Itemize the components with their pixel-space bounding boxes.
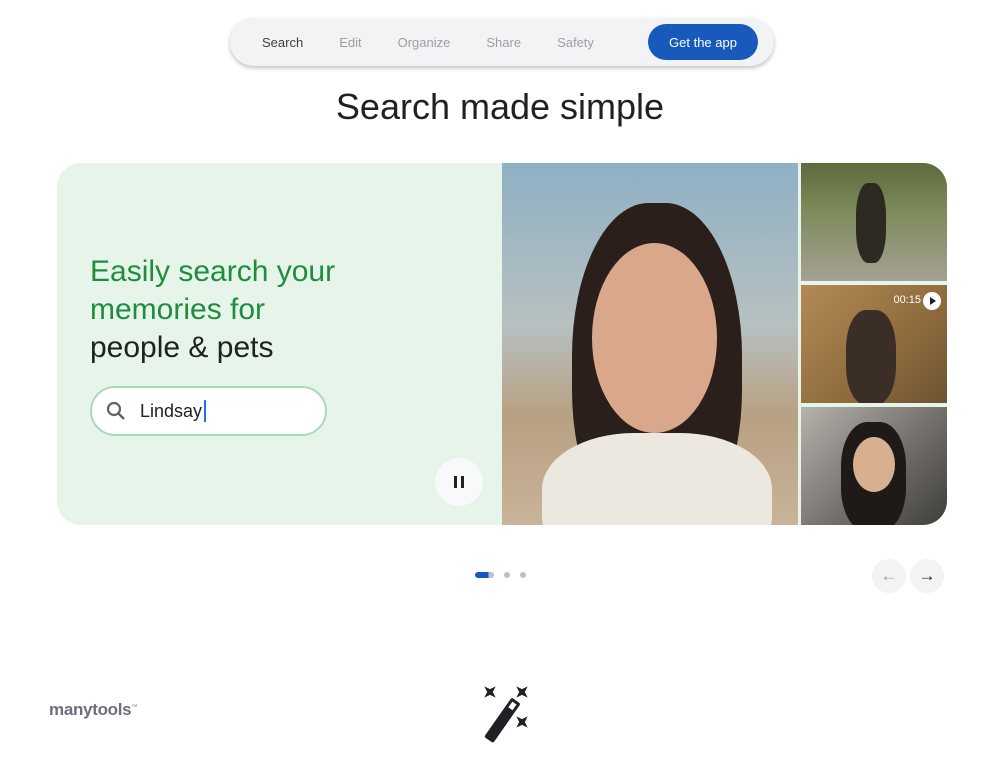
search-input[interactable]: Lindsay bbox=[90, 386, 327, 436]
tab-edit[interactable]: Edit bbox=[321, 35, 379, 50]
search-icon bbox=[106, 401, 125, 420]
video-duration: 00:15 bbox=[893, 294, 921, 306]
headline-line-3: people & pets bbox=[90, 331, 274, 364]
feature-card: Easily search your memories for people &… bbox=[57, 163, 947, 525]
tab-organize[interactable]: Organize bbox=[380, 35, 469, 50]
magic-wand-icon bbox=[484, 686, 528, 743]
get-the-app-button[interactable]: Get the app bbox=[648, 24, 758, 60]
previous-button[interactable]: ← bbox=[872, 559, 906, 593]
arrow-right-icon: → bbox=[918, 566, 936, 585]
next-button[interactable]: → bbox=[910, 559, 944, 593]
text-caret bbox=[204, 400, 207, 422]
carousel-dot-1[interactable] bbox=[475, 572, 494, 578]
logo-text: manytools bbox=[49, 700, 132, 719]
manytools-logo: manytools™ bbox=[49, 700, 137, 720]
tab-share[interactable]: Share bbox=[468, 35, 539, 50]
photo-main bbox=[502, 163, 798, 525]
play-icon[interactable] bbox=[923, 292, 941, 310]
photo-thumb-1 bbox=[801, 163, 947, 281]
headline-line-1: Easily search your bbox=[90, 255, 336, 288]
page-title: Search made simple bbox=[335, 86, 665, 127]
arrow-left-icon: ← bbox=[880, 566, 898, 585]
search-value: Lindsay bbox=[140, 400, 203, 421]
pause-button[interactable] bbox=[435, 458, 483, 506]
pause-icon bbox=[454, 476, 457, 488]
carousel-dot-2[interactable] bbox=[504, 572, 510, 578]
photo-thumb-3 bbox=[801, 407, 947, 525]
top-nav: Search Edit Organize Share Safety Get th… bbox=[230, 18, 774, 66]
logo-tm: ™ bbox=[131, 704, 138, 711]
feature-headline: Easily search your memories for people &… bbox=[90, 253, 335, 367]
tab-search[interactable]: Search bbox=[244, 35, 321, 50]
carousel-pagination bbox=[475, 572, 526, 578]
tab-safety[interactable]: Safety bbox=[539, 35, 612, 50]
photo-thumb-video[interactable]: 00:15 bbox=[801, 285, 947, 403]
headline-line-2: memories for bbox=[90, 293, 266, 326]
carousel-dot-3[interactable] bbox=[520, 572, 526, 578]
